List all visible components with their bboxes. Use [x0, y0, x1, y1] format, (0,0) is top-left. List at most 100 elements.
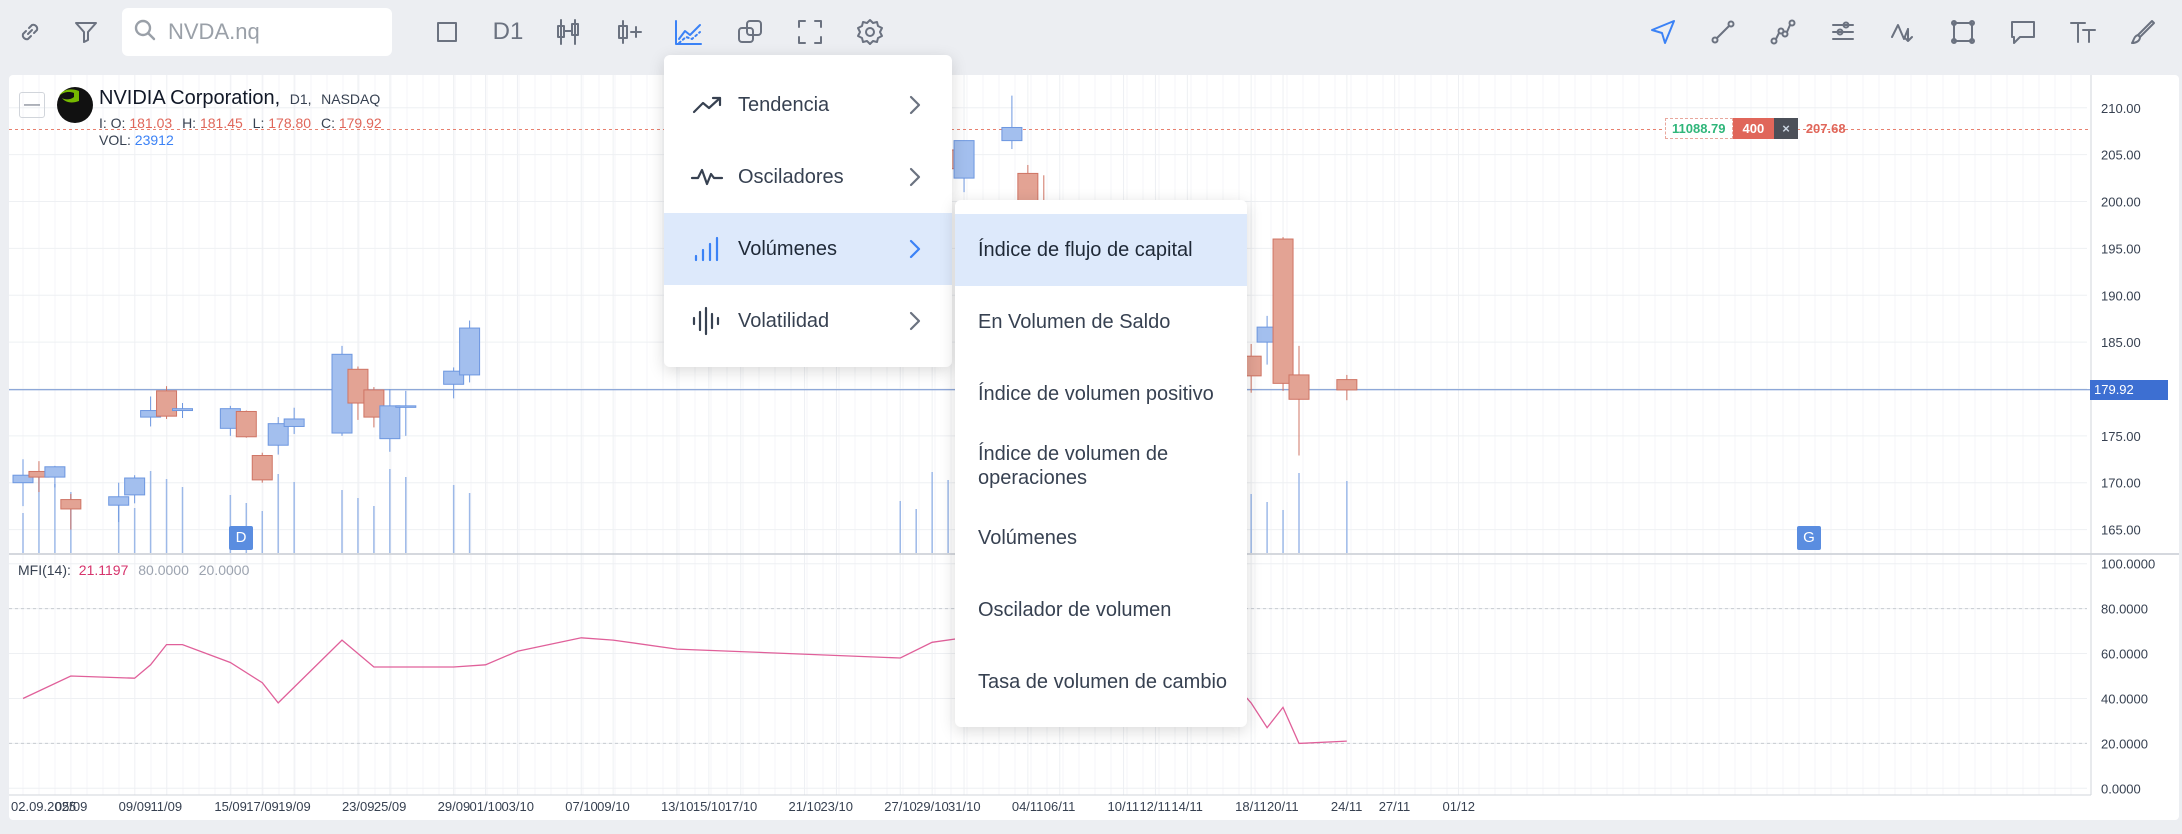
dividend-event-badge[interactable]: D [229, 526, 253, 550]
candle-body [283, 418, 305, 427]
date-tick-label: 12/11 [1139, 799, 1171, 814]
link-icon[interactable] [10, 12, 50, 52]
symbol-title: NVIDIA Corporation, D1, NASDAQ [99, 87, 380, 110]
low-value: 178.80 [268, 115, 312, 131]
mfi-upper-level: 80.0000 [138, 562, 189, 578]
search-icon [132, 17, 158, 48]
candle-body [124, 477, 146, 496]
price-tick-label: 205.00 [2101, 148, 2141, 163]
candle [459, 320, 481, 383]
candle-body [1001, 126, 1023, 142]
date-tick-label: 25/09 [374, 799, 407, 814]
price-tick-label: 185.00 [2101, 335, 2141, 350]
date-tick-label: 03/10 [501, 799, 534, 814]
volatility-icon [690, 306, 724, 336]
settings-icon[interactable] [850, 12, 890, 52]
add-indicator-icon[interactable] [608, 12, 648, 52]
collapse-legend-button[interactable]: — [19, 92, 45, 118]
date-tick-label: 24/11 [1331, 799, 1363, 814]
volume-bars-icon [690, 234, 724, 264]
menu-item-volatility[interactable]: Volatilidad [664, 285, 952, 357]
line-tool-icon[interactable] [1703, 12, 1743, 52]
mfi-tick-label: 60.0000 [2101, 647, 2148, 662]
order-quantity[interactable]: 400 [1732, 117, 1775, 139]
search-input[interactable] [166, 18, 370, 46]
square-icon[interactable] [427, 12, 467, 52]
date-tick-label: 23/10 [820, 799, 853, 814]
mfi-value: 21.1197 [78, 562, 129, 578]
menu-item-label: Volúmenes [738, 237, 837, 260]
mfi-legend: MFI(14): 21.1197 80.0000 20.0000 [18, 562, 249, 578]
date-tick-label: 09/10 [597, 799, 630, 814]
exchange-name: NASDAQ [321, 91, 381, 107]
candle-body [156, 390, 178, 417]
compare-icon[interactable] [730, 12, 770, 52]
order-price[interactable]: 11088.79 [1665, 117, 1733, 139]
candle [12, 459, 34, 507]
date-tick-label: 15/10 [693, 799, 726, 814]
indicator-category-menu: Tendencia Osciladores Volúmenes Volatili… [664, 55, 952, 367]
rectangle-icon[interactable] [1943, 12, 1983, 52]
company-name: NVIDIA Corporation, [99, 87, 281, 109]
candle-body [1272, 238, 1294, 384]
close-label: C: [320, 115, 335, 131]
mfi-label: MFI(14): [18, 562, 71, 578]
submenu-trade-volume-index[interactable]: Índice de volumen de operaciones [955, 430, 1247, 502]
fibonacci-icon[interactable] [1883, 12, 1923, 52]
price-tick-label: 170.00 [2101, 476, 2141, 491]
volume-readout: VOL: 23912 [99, 132, 174, 148]
event-badge-g[interactable]: G [1797, 526, 1821, 550]
mfi-tick-label: 80.0000 [2101, 602, 2148, 617]
candle-body [1288, 374, 1310, 400]
date-tick-label: 01/12 [1443, 799, 1476, 814]
date-tick-label: 27/10 [884, 799, 917, 814]
mfi-tick-label: 0.0000 [2101, 781, 2141, 796]
multi-line-icon[interactable] [1763, 12, 1803, 52]
candle-body [1336, 379, 1358, 391]
order-close-icon[interactable]: × [1774, 117, 1798, 139]
parallel-lines-icon[interactable] [1823, 12, 1863, 52]
text-icon[interactable] [2063, 12, 2103, 52]
date-tick-label: 06/11 [1044, 799, 1076, 814]
candle-body [60, 499, 82, 510]
chevron-right-icon [908, 165, 922, 189]
chevron-right-icon [908, 237, 922, 261]
submenu-positive-volume-index[interactable]: Índice de volumen positivo [955, 358, 1247, 430]
submenu-money-flow-index[interactable]: Índice de flujo de capital [955, 214, 1247, 286]
menu-item-oscillators[interactable]: Osciladores [664, 141, 952, 213]
submenu-volume-rate-of-change[interactable]: Tasa de volumen de cambio [955, 646, 1247, 718]
candle [251, 452, 273, 483]
candle [235, 410, 257, 438]
timeframe-button[interactable]: D1 [486, 12, 530, 52]
callout-icon[interactable] [2003, 12, 2043, 52]
price-tick-label: 195.00 [2101, 241, 2141, 256]
low-label: L: [252, 115, 265, 131]
brush-icon[interactable] [2123, 12, 2163, 52]
menu-item-volumes[interactable]: Volúmenes [664, 213, 952, 285]
menu-item-trend[interactable]: Tendencia [664, 69, 952, 141]
date-tick-label: 29/09 [438, 799, 471, 814]
nvidia-logo [57, 87, 93, 123]
symbol-search-box[interactable] [122, 8, 392, 56]
date-tick-label: 17/10 [725, 799, 758, 814]
price-tick-label: 200.00 [2101, 195, 2141, 210]
submenu-volume-oscillator[interactable]: Oscilador de volumen [955, 574, 1247, 646]
candle-body [108, 496, 130, 506]
close-value: 179.92 [338, 115, 382, 131]
date-tick-label: 10/11 [1108, 799, 1140, 814]
fullscreen-icon[interactable] [790, 12, 830, 52]
date-tick-label: 31/10 [948, 799, 981, 814]
oscillator-icon [690, 162, 724, 192]
volume-indicators-submenu: Índice de flujo de capital En Volumen de… [955, 200, 1247, 727]
mfi-tick-label: 100.0000 [2101, 557, 2155, 572]
indicators-icon[interactable] [668, 12, 708, 52]
order-line-label[interactable]: 11088.79 400 × 207.68 [1665, 117, 1846, 139]
candlestick-icon[interactable] [548, 12, 588, 52]
ohlc-values: I: O: 181.03 H: 181.45 L: 178.80 C: 179.… [99, 115, 388, 131]
cursor-icon[interactable] [1643, 12, 1683, 52]
submenu-on-balance-volume[interactable]: En Volumen de Saldo [955, 286, 1247, 358]
filter-icon[interactable] [66, 12, 106, 52]
mfi-tick-label: 40.0000 [2101, 691, 2148, 706]
submenu-volumes[interactable]: Volúmenes [955, 502, 1247, 574]
date-tick-label: 13/10 [661, 799, 694, 814]
